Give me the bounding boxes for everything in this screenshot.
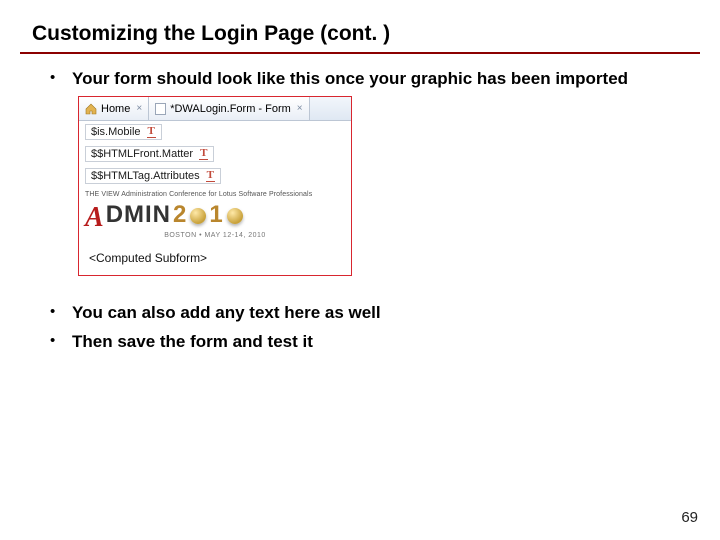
field-label: $is.Mobile	[91, 126, 141, 138]
logo-topline: THE VIEW Administration Conference for L…	[85, 191, 345, 198]
text-field-icon: T	[147, 126, 156, 138]
computed-subform[interactable]: <Computed Subform>	[79, 245, 351, 275]
screenshot-embed: Home × *DWALogin.Form - Form × $is.Mobil…	[78, 96, 352, 276]
close-icon[interactable]: ×	[295, 103, 303, 114]
field-frontmatter[interactable]: $$HTMLFront.Matter T	[85, 146, 214, 162]
logo-1: 1	[209, 201, 223, 229]
field-tagattrs[interactable]: $$HTMLTag.Attributes T	[85, 168, 221, 184]
logo-letter-a: A	[85, 204, 104, 232]
field-label: $$HTMLFront.Matter	[91, 148, 193, 160]
bullet-add-text: You can also add any text here as well	[50, 302, 696, 324]
page-title: Customizing the Login Page (cont. )	[0, 0, 720, 52]
bullet-imported: Your form should look like this once you…	[50, 68, 696, 90]
home-icon	[85, 103, 97, 115]
imported-graphic: THE VIEW Administration Conference for L…	[79, 187, 351, 245]
tab-form-label: *DWALogin.Form - Form	[170, 103, 291, 115]
tab-home-label: Home	[101, 103, 130, 115]
page-number: 69	[681, 509, 698, 526]
logo-dmin: DMIN	[106, 201, 171, 229]
field-ismobile[interactable]: $is.Mobile T	[85, 124, 162, 140]
tab-form[interactable]: *DWALogin.Form - Form ×	[149, 97, 309, 120]
field-label: $$HTMLTag.Attributes	[91, 170, 200, 182]
close-icon[interactable]: ×	[134, 103, 142, 114]
text-field-icon: T	[199, 148, 208, 160]
logo-subline: BOSTON • MAY 12-14, 2010	[85, 232, 345, 239]
logo-2: 2	[173, 201, 187, 229]
bullet-save-test: Then save the form and test it	[50, 331, 696, 353]
text-field-icon: T	[206, 170, 215, 182]
globe-icon	[227, 208, 243, 224]
globe-icon	[190, 208, 206, 224]
document-icon	[155, 103, 166, 115]
tab-bar: Home × *DWALogin.Form - Form ×	[79, 97, 351, 121]
tab-home[interactable]: Home ×	[79, 97, 149, 120]
